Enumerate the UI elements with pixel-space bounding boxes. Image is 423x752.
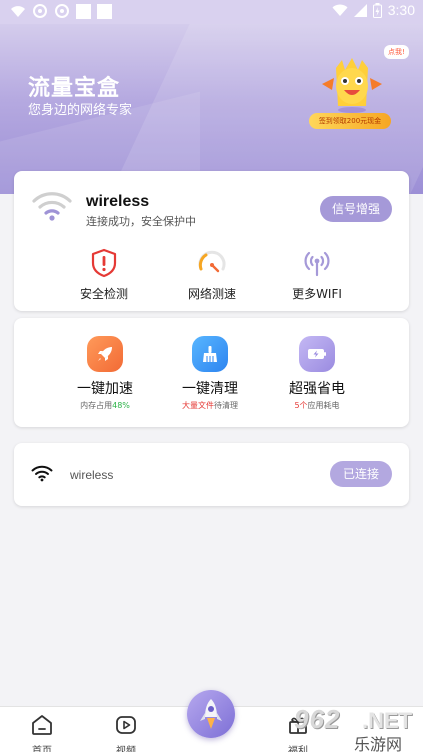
more-wifi-button[interactable]: 更多WIFI [267,246,367,302]
nav-home[interactable]: 首页 [22,713,62,752]
wifi-icon [31,465,53,482]
nav-home-label: 首页 [32,746,52,752]
one-key-clean-button[interactable]: 一键清理 大量文件待清理 [155,336,265,411]
signal-boost-button[interactable]: 信号增强 [320,196,392,222]
status-bar: 3:30 [0,0,423,24]
mascot-icon[interactable] [312,56,392,116]
nav-rocket-button[interactable] [187,690,235,738]
files-to-clean-text: 大量文件待清理 [182,401,238,410]
sync-icon [33,4,47,18]
power-saving-button[interactable]: 超强省电 5个应用耗电 [262,336,372,411]
memory-usage-text: 内存占用48% [80,401,130,410]
wifi-broadcast-icon [304,251,330,277]
notification-square-icon [97,3,112,19]
rocket-icon [98,347,112,361]
notification-square-icon [76,3,91,19]
wifi-icon [32,192,72,221]
nav-video[interactable]: 视频 [106,713,146,752]
one-key-speedup-button[interactable]: 一键加速 内存占用48% [50,336,160,411]
network-name: wireless [86,193,150,210]
features-card: 一键加速 内存占用48% 一键清理 大量文件待清理 超强省电 5个应用耗电 [14,318,409,427]
nav-video-label: 视频 [116,746,136,752]
connected-button[interactable]: 已连接 [330,461,392,487]
clock: 3:30 [387,2,415,18]
checkin-promo-button[interactable]: 签到领取200元现金 [309,113,391,129]
apps-draining-text: 5个应用耗电 [294,401,340,410]
power-saving-label: 超强省电 [289,381,345,397]
app-title: 流量宝盒 [28,76,121,101]
home-icon [32,715,52,735]
mascot-speech-bubble: 点我! [384,45,409,59]
battery-icon [308,349,326,359]
speedup-label: 一键加速 [77,381,133,397]
wifi-list-item[interactable]: wireless 已连接 [14,443,409,506]
security-check-button[interactable]: 安全检测 [54,246,154,302]
app-subtitle: 您身边的网络专家 [28,103,133,118]
wifi-list-name: wireless [70,468,114,482]
watermark-logo: 962 .NET 乐游网 [290,704,423,752]
sync-icon [55,4,69,18]
speedometer-icon [198,250,226,273]
cell-signal-icon [353,3,367,17]
security-check-label: 安全检测 [79,287,128,301]
clean-label: 一键清理 [182,381,238,397]
connection-card: wireless 连接成功，安全保护中 信号增强 安全检测 网络测速 更多WIF… [14,171,409,311]
broom-icon [203,346,217,362]
rocket-icon [200,699,222,729]
speed-test-label: 网络测速 [187,287,236,301]
wifi-notification-icon [11,6,25,17]
video-icon [116,716,136,734]
watermark-text: 乐游网 [354,735,403,752]
watermark-number: 962 [294,704,341,734]
notification-icons [10,3,112,19]
battery-status-icon [372,2,382,18]
shield-alert-icon [91,248,117,278]
wifi-signal-icon [332,4,348,16]
more-wifi-label: 更多WIFI [292,287,342,301]
connection-status: 连接成功，安全保护中 [86,215,196,228]
speed-test-button[interactable]: 网络测速 [162,246,262,302]
